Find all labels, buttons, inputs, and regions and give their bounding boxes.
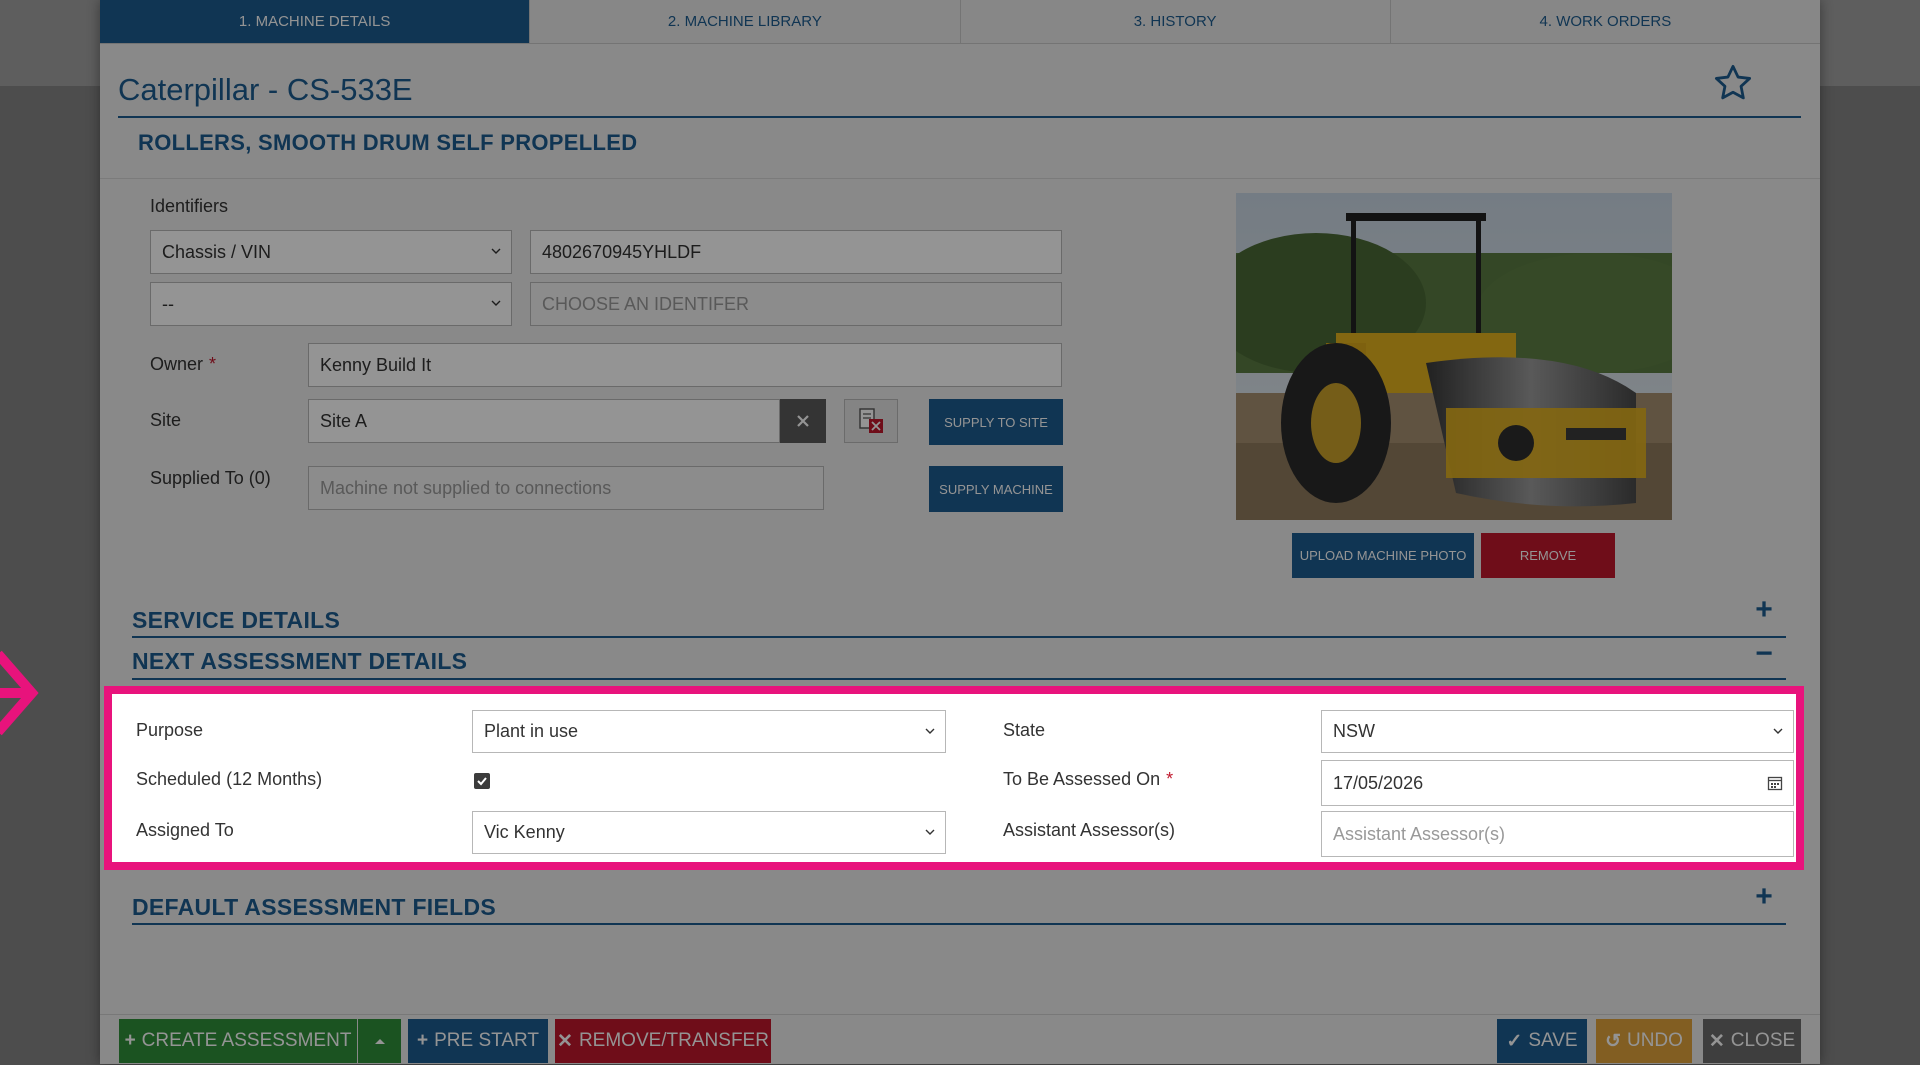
close-icon: ✕ <box>1708 1030 1725 1052</box>
caret-up-icon <box>374 1039 385 1044</box>
create-assessment-button[interactable]: + CREATE ASSESSMENT <box>119 1019 357 1063</box>
site-input[interactable]: Site A <box>308 399 780 443</box>
chevron-down-icon <box>925 728 935 734</box>
close-button[interactable]: ✕ CLOSE <box>1703 1019 1801 1063</box>
create-assessment-dropdown-button[interactable] <box>358 1019 401 1063</box>
service-details-divider <box>132 636 1786 638</box>
scheduled-label: Scheduled (12 Months) <box>136 769 323 789</box>
supplied-to-input[interactable]: Machine not supplied to connections <box>308 466 824 510</box>
chevron-down-icon <box>1773 728 1783 734</box>
undo-icon: ↺ <box>1605 1030 1621 1052</box>
undo-label: UNDO <box>1626 1030 1683 1051</box>
default-fields-divider <box>132 923 1786 925</box>
collapse-minus-icon[interactable]: − <box>1753 639 1775 669</box>
machine-details-modal: 1. MACHINE DETAILS 2. MACHINE LIBRARY 3.… <box>100 0 1820 1064</box>
plus-icon: + <box>417 1030 429 1051</box>
next-assessment-divider <box>132 678 1786 680</box>
supply-machine-button[interactable]: SUPPLY MACHINE <box>929 466 1063 512</box>
remove-site-document-button[interactable] <box>844 399 898 443</box>
checkmark-icon: ✓ <box>1506 1030 1523 1052</box>
identifier-type-value-2: -- <box>162 293 174 314</box>
save-label: SAVE <box>1528 1030 1578 1051</box>
assigned-to-value: Vic Kenny <box>484 822 565 842</box>
default-assessment-fields-heading[interactable]: DEFAULT ASSESSMENT FIELDS <box>132 894 496 921</box>
remove-transfer-label: REMOVE/TRANSFER <box>578 1030 769 1051</box>
purpose-value: Plant in use <box>484 721 579 741</box>
machine-photo <box>1236 193 1672 520</box>
required-marker: * <box>209 354 217 374</box>
create-assessment-label: CREATE ASSESSMENT <box>141 1030 352 1051</box>
page-title: Caterpillar - CS-533E <box>118 72 413 107</box>
owner-label: Owner * <box>150 354 216 375</box>
plus-icon: + <box>124 1030 136 1051</box>
remove-photo-button[interactable]: REMOVE <box>1481 533 1615 578</box>
upload-machine-photo-button[interactable]: UPLOAD MACHINE PHOTO <box>1292 533 1474 578</box>
pointer-arrow-icon <box>0 650 39 736</box>
clear-site-button[interactable] <box>780 399 826 443</box>
document-remove-icon <box>859 408 883 433</box>
pre-start-label: PRE START <box>434 1030 539 1051</box>
assistant-assessors-label: Assistant Assessor(s) <box>1003 820 1176 840</box>
identifier-type-select-1[interactable]: Chassis / VIN <box>150 230 512 274</box>
next-assessment-panel: Purpose Plant in use Scheduled (12 Month… <box>104 686 1804 870</box>
owner-label-text: Owner <box>150 354 204 374</box>
pre-start-button[interactable]: + PRE START <box>408 1019 548 1063</box>
to-be-assessed-on-text: To Be Assessed On <box>1003 769 1161 789</box>
close-icon: ✕ <box>557 1030 573 1052</box>
assigned-to-select[interactable]: Vic Kenny <box>472 811 946 854</box>
site-label: Site <box>150 410 182 430</box>
purpose-label: Purpose <box>136 720 204 740</box>
scheduled-checkbox[interactable] <box>474 773 490 789</box>
to-be-assessed-on-label: To Be Assessed On * <box>1003 769 1173 790</box>
identifier-type-select-2[interactable]: -- <box>150 282 512 326</box>
save-button[interactable]: ✓ SAVE <box>1497 1019 1587 1063</box>
expand-plus-icon[interactable]: + <box>1753 595 1775 625</box>
identifier-placeholder: CHOOSE AN IDENTIFER <box>542 293 750 314</box>
tab-machine-details[interactable]: 1. MACHINE DETAILS <box>100 0 531 44</box>
state-label: State <box>1003 720 1046 740</box>
to-be-assessed-on-date-input[interactable]: 17/05/2026 <box>1321 760 1794 806</box>
chevron-down-icon <box>491 300 501 306</box>
checkmark-icon <box>477 777 487 786</box>
state-select[interactable]: NSW <box>1321 710 1794 753</box>
identifier-value-input-2[interactable]: CHOOSE AN IDENTIFER <box>530 282 1062 326</box>
service-details-heading[interactable]: SERVICE DETAILS <box>132 607 340 634</box>
close-label: CLOSE <box>1730 1030 1796 1051</box>
favorite-star-icon[interactable] <box>1712 62 1754 104</box>
tab-machine-library[interactable]: 2. MACHINE LIBRARY <box>530 0 961 44</box>
state-value: NSW <box>1333 721 1375 741</box>
category-divider <box>100 178 1820 179</box>
tab-history[interactable]: 3. HISTORY <box>960 0 1391 44</box>
identifier-value-input-1[interactable]: 4802670945YHLDF <box>530 230 1062 274</box>
supplied-to-label: Supplied To (0) <box>150 468 271 488</box>
supplied-to-placeholder: Machine not supplied to connections <box>320 477 612 498</box>
identifiers-label: Identifiers <box>150 196 229 216</box>
owner-input[interactable]: Kenny Build It <box>308 343 1062 387</box>
chevron-down-icon <box>491 248 501 254</box>
close-icon <box>797 415 809 427</box>
remove-transfer-button[interactable]: ✕ REMOVE/TRANSFER <box>555 1019 771 1063</box>
roller-machine-image <box>1236 193 1672 520</box>
title-divider <box>118 116 1801 118</box>
chevron-down-icon <box>925 829 935 835</box>
undo-button[interactable]: ↺ UNDO <box>1596 1019 1692 1063</box>
assigned-to-label: Assigned To <box>136 820 234 840</box>
next-assessment-heading[interactable]: NEXT ASSESSMENT DETAILS <box>132 648 467 675</box>
supply-to-site-button[interactable]: SUPPLY TO SITE <box>929 399 1063 445</box>
machine-category: ROLLERS, SMOOTH DRUM SELF PROPELLED <box>138 130 638 155</box>
expand-plus-icon[interactable]: + <box>1753 882 1775 912</box>
assessed-on-value: 17/05/2026 <box>1333 772 1424 793</box>
assistant-assessors-input[interactable]: Assistant Assessor(s) <box>1321 811 1794 857</box>
purpose-select[interactable]: Plant in use <box>472 710 946 753</box>
tab-work-orders[interactable]: 4. WORK ORDERS <box>1390 0 1820 44</box>
required-marker: * <box>1166 769 1174 789</box>
identifier-type-value-1: Chassis / VIN <box>162 241 272 262</box>
assistant-assessors-placeholder: Assistant Assessor(s) <box>1333 823 1506 844</box>
calendar-icon[interactable] <box>1767 775 1783 791</box>
tab-bar: 1. MACHINE DETAILS 2. MACHINE LIBRARY 3.… <box>100 0 1820 44</box>
